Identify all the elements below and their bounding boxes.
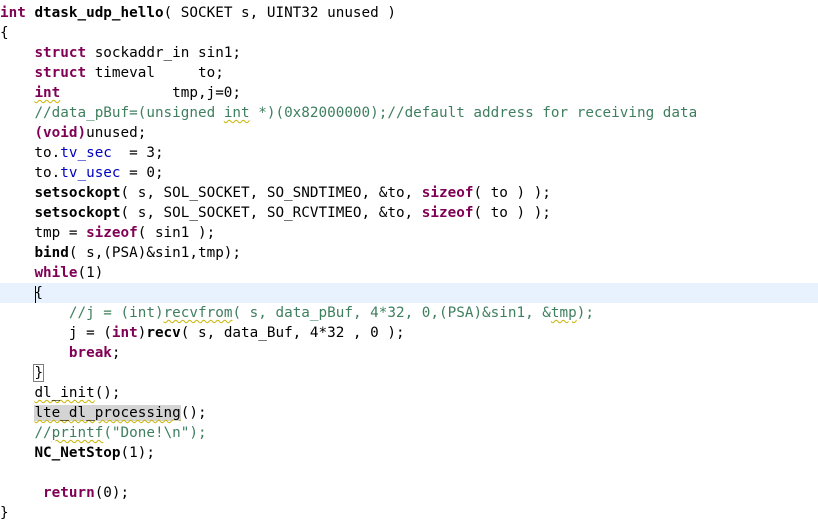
code-line-14[interactable]: while(1) xyxy=(0,263,818,283)
code-line-11[interactable]: setsockopt( s, SOL_SOCKET, SO_RCVTIMEO, … xyxy=(0,203,818,223)
text-caret xyxy=(35,286,36,303)
code-line-5[interactable]: int tmp,j=0; xyxy=(0,83,818,103)
selected-identifier[interactable]: lte_dl_processing xyxy=(34,405,181,421)
comment: recvfrom xyxy=(163,305,233,321)
code-line-9[interactable]: to.tv_usec = 0; xyxy=(0,163,818,183)
code-line-7[interactable]: (void)unused; xyxy=(0,123,818,143)
code-line-2[interactable]: { xyxy=(0,23,818,43)
comment: ); xyxy=(576,305,594,321)
code-line-6[interactable]: //data_pBuf=(unsigned int *)(0x82000000)… xyxy=(0,103,818,123)
keyword-while: while xyxy=(34,265,78,281)
comment: printf xyxy=(51,425,104,441)
keyword-sizeof: sizeof xyxy=(86,225,138,241)
keyword-return: return xyxy=(43,485,95,501)
matching-brace: } xyxy=(33,364,45,382)
code-editor[interactable]: int dtask_udp_hello( SOCKET s, UINT32 un… xyxy=(0,0,818,529)
code-line-19[interactable]: } xyxy=(0,363,818,383)
code-line-22[interactable]: //printf("Done!\n"); xyxy=(0,423,818,443)
code-line-24[interactable] xyxy=(0,463,818,483)
code-line-10[interactable]: setsockopt( s, SOL_SOCKET, SO_SNDTIMEO, … xyxy=(0,183,818,203)
keyword-struct: struct xyxy=(34,45,87,61)
comment: //data_pBuf=(unsigned xyxy=(34,105,224,121)
keyword-struct: struct xyxy=(34,65,87,81)
comment: *)(0x82000000);//default address for rec… xyxy=(249,105,698,121)
code-line-17[interactable]: j = (int)recv( s, data_Buf, 4*32 , 0 ); xyxy=(0,323,818,343)
code-line-16[interactable]: //j = (int)recvfrom( s, data_pBuf, 4*32,… xyxy=(0,303,818,323)
code-line-8[interactable]: to.tv_sec = 3; xyxy=(0,143,818,163)
code-line-23[interactable]: NC_NetStop(1); xyxy=(0,443,818,463)
keyword-int: int xyxy=(34,85,61,101)
field-tv-usec: tv_usec xyxy=(60,165,121,181)
comment: int xyxy=(223,105,250,121)
code-line-12[interactable]: tmp = sizeof( sin1 ); xyxy=(0,223,818,243)
function-call: bind xyxy=(34,245,69,261)
code-line-4[interactable]: struct timeval to; xyxy=(0,63,818,83)
code-line-18[interactable]: break; xyxy=(0,343,818,363)
keyword-break: break xyxy=(68,345,112,361)
code-line-1[interactable]: int dtask_udp_hello( SOCKET s, UINT32 un… xyxy=(0,3,818,23)
keyword-void: (void) xyxy=(34,125,87,141)
keyword-sizeof: sizeof xyxy=(421,205,474,221)
function-call: dl_init xyxy=(34,385,95,401)
keyword-int: int xyxy=(111,325,138,341)
code-line-15-current[interactable]: { xyxy=(0,283,818,303)
keyword-sizeof: sizeof xyxy=(421,185,474,201)
function-call: setsockopt xyxy=(34,205,121,221)
function-call: recv xyxy=(146,325,181,341)
function-call: NC_NetStop xyxy=(34,445,121,461)
keyword-int: int xyxy=(0,5,26,21)
comment: //j = (int) xyxy=(68,305,164,321)
comment: tmp xyxy=(550,305,577,321)
code-line-25[interactable]: return(0); xyxy=(0,483,818,503)
code-line-21[interactable]: lte_dl_processing(); xyxy=(0,403,818,423)
function-name: dtask_udp_hello xyxy=(34,5,164,21)
code-line-3[interactable]: struct sockaddr_in sin1; xyxy=(0,43,818,63)
comment: // xyxy=(34,425,52,441)
comment: ("Done!\n"); xyxy=(103,425,207,441)
function-call: setsockopt xyxy=(34,185,121,201)
field-tv-sec: tv_sec xyxy=(60,145,112,161)
code-line-26[interactable]: } xyxy=(0,503,818,523)
code-line-13[interactable]: bind( s,(PSA)&sin1,tmp); xyxy=(0,243,818,263)
code-line-20[interactable]: dl_init(); xyxy=(0,383,818,403)
comment: ( s, data_pBuf, 4*32, 0,(PSA)&sin1, & xyxy=(232,305,551,321)
